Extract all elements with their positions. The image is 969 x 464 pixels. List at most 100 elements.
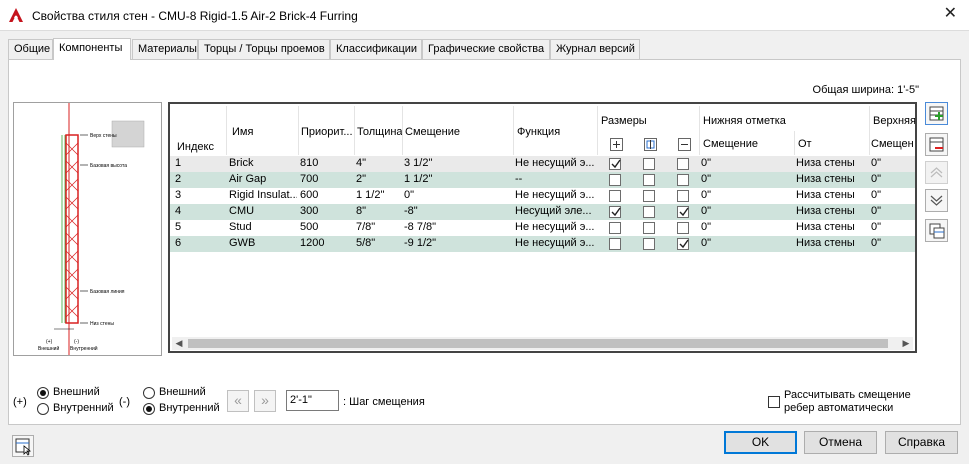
cell-top-offset[interactable]: 0" [871,173,881,185]
dimension-subtract-icon[interactable] [678,138,691,151]
tab-endcaps[interactable]: Торцы / Торцы проемов [198,39,330,59]
display-help-button[interactable] [12,435,34,457]
shift-left-button[interactable]: « [227,390,249,412]
dim-checkbox[interactable] [643,238,655,250]
cell-bottom-from[interactable]: Низа стены [796,157,855,169]
cell-bottom-from[interactable]: Низа стены [796,173,855,185]
cell-bottom-offset[interactable]: 0" [701,221,711,233]
cell-bottom-from[interactable]: Низа стены [796,205,855,217]
plus-exterior-label[interactable]: Внешний [53,386,100,398]
dim-checkbox[interactable] [677,222,689,234]
scrollbar-thumb[interactable] [188,339,888,348]
dim-checkbox[interactable] [609,206,621,218]
tab-version-history[interactable]: Журнал версий [550,39,640,59]
cell-offset[interactable]: -8" [404,205,418,217]
cell-bottom-from[interactable]: Низа стены [796,221,855,233]
cell-priority[interactable]: 810 [300,157,318,169]
plus-interior-radio[interactable] [37,403,49,415]
dim-checkbox[interactable] [643,158,655,170]
auto-offset-checkbox[interactable] [768,396,780,408]
cell-bottom-offset[interactable]: 0" [701,157,711,169]
dim-checkbox[interactable] [677,190,689,202]
cell-priority[interactable]: 600 [300,189,318,201]
header-offset[interactable]: Смещение [405,126,460,138]
header-bottom-elevation[interactable]: Нижняя отметка [703,115,786,127]
cell-function[interactable]: Несущий эле... [515,205,595,217]
scroll-right-icon[interactable]: ▶ [899,337,913,350]
plus-interior-label[interactable]: Внутренний [53,402,114,414]
auto-offset-label-line2[interactable]: ребер автоматически [784,402,893,414]
cancel-button[interactable]: Отмена [804,431,877,454]
cell-offset[interactable]: -8 7/8" [404,221,436,233]
dim-checkbox[interactable] [643,174,655,186]
table-row[interactable]: 4 CMU 300 8" -8" Несущий эле... 0" Низа … [170,204,915,220]
dim-checkbox[interactable] [677,174,689,186]
tab-general[interactable]: Общие [8,39,53,59]
cell-top-offset[interactable]: 0" [871,189,881,201]
dim-checkbox[interactable] [677,238,689,250]
cell-thickness[interactable]: 7/8" [356,221,375,233]
tab-materials[interactable]: Материалы [132,39,198,59]
header-dimensions[interactable]: Размеры [601,115,647,127]
cell-thickness[interactable]: 2" [356,173,366,185]
header-name[interactable]: Имя [232,126,253,138]
minus-exterior-label[interactable]: Внешний [159,386,206,398]
auto-offset-label-line1[interactable]: Рассчитывать смещение [784,389,911,401]
cell-priority[interactable]: 500 [300,221,318,233]
close-icon[interactable]: ✕ [944,6,957,22]
cell-bottom-offset[interactable]: 0" [701,173,711,185]
move-up-button[interactable] [925,161,948,184]
dim-checkbox[interactable] [609,190,621,202]
header-index[interactable]: Индекс [177,141,214,153]
cell-priority[interactable]: 1200 [300,237,324,249]
cell-top-offset[interactable]: 0" [871,221,881,233]
dim-checkbox[interactable] [677,158,689,170]
cell-name[interactable]: Stud [229,221,297,233]
cell-name[interactable]: Brick [229,157,297,169]
dim-checkbox[interactable] [609,222,621,234]
horizontal-scrollbar[interactable]: ◀ ▶ [172,337,913,350]
cell-priority[interactable]: 700 [300,173,318,185]
cell-bottom-from[interactable]: Низа стены [796,237,855,249]
header-bottom-from[interactable]: От [798,138,812,150]
cell-function[interactable]: -- [515,173,595,185]
dim-checkbox[interactable] [609,174,621,186]
cell-name[interactable]: CMU [229,205,297,217]
cell-top-offset[interactable]: 0" [871,237,881,249]
ok-button[interactable]: OK [724,431,797,454]
plus-exterior-radio[interactable] [37,387,49,399]
cell-thickness[interactable]: 8" [356,205,366,217]
header-bottom-offset[interactable]: Смещение [703,138,758,150]
shift-right-button[interactable]: » [254,390,276,412]
remove-component-button[interactable] [925,133,948,156]
header-thickness[interactable]: Толщина [357,126,403,138]
table-row[interactable]: 1 Brick 810 4" 3 1/2" Не несущий э... 0"… [170,156,915,172]
help-button[interactable]: Справка [885,431,958,454]
table-row[interactable]: 6 GWB 1200 5/8" -9 1/2" Не несущий э... … [170,236,915,252]
dim-checkbox[interactable] [643,206,655,218]
cell-function[interactable]: Не несущий э... [515,221,595,233]
tab-display-properties[interactable]: Графические свойства [422,39,550,59]
dim-checkbox[interactable] [609,158,621,170]
cell-bottom-offset[interactable]: 0" [701,189,711,201]
table-row[interactable]: 3 Rigid Insulat... 600 1 1/2" 0" Не несу… [170,188,915,204]
cell-bottom-offset[interactable]: 0" [701,237,711,249]
copy-component-button[interactable] [925,219,948,242]
cell-function[interactable]: Не несущий э... [515,157,595,169]
header-function[interactable]: Функция [517,126,560,138]
cell-thickness[interactable]: 1 1/2" [356,189,384,201]
cell-name[interactable]: Rigid Insulat... [229,189,297,201]
minus-interior-radio[interactable] [143,403,155,415]
dimension-center-icon[interactable] [644,138,657,151]
cell-thickness[interactable]: 5/8" [356,237,375,249]
add-component-button[interactable] [925,102,948,125]
cell-top-offset[interactable]: 0" [871,205,881,217]
cell-offset[interactable]: 1 1/2" [404,173,432,185]
cell-function[interactable]: Не несущий э... [515,237,595,249]
table-row[interactable]: 5 Stud 500 7/8" -8 7/8" Не несущий э... … [170,220,915,236]
dim-checkbox[interactable] [643,222,655,234]
scroll-left-icon[interactable]: ◀ [172,337,186,350]
cell-offset[interactable]: 0" [404,189,414,201]
header-priority[interactable]: Приорит... [301,126,355,138]
offset-step-input[interactable]: 2'-1" [286,390,339,411]
